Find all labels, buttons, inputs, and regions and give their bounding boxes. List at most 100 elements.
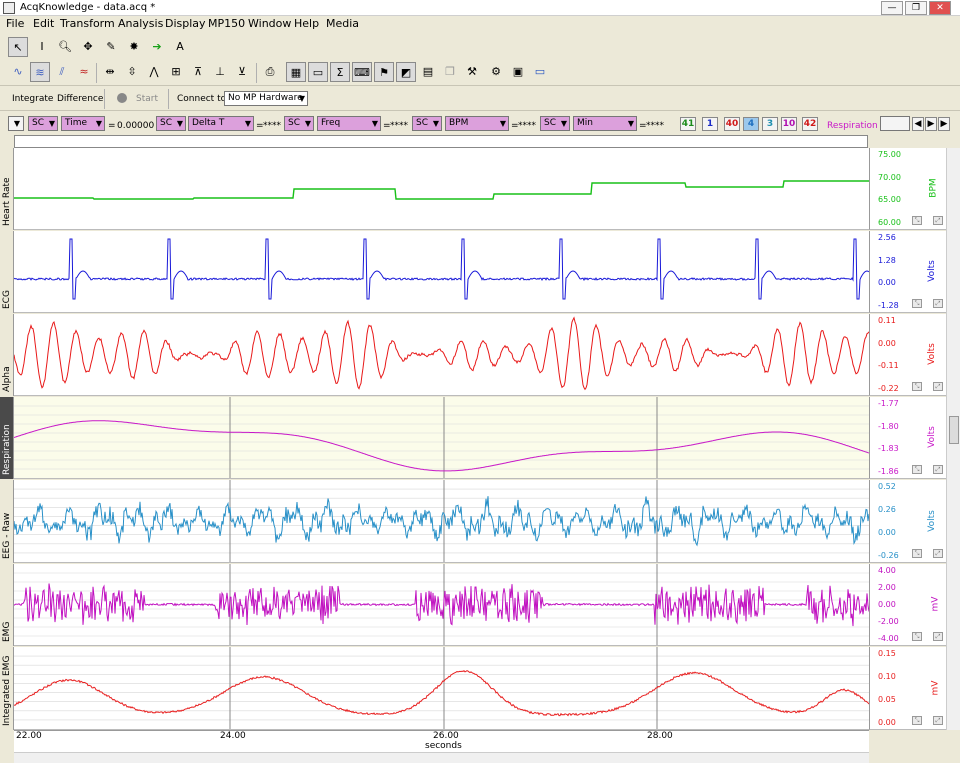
channel-label[interactable]: EMG <box>0 564 14 646</box>
sum-icon[interactable]: Σ <box>330 62 350 82</box>
wrench-icon[interactable]: ⚒ <box>462 62 482 82</box>
scale-options-icon[interactable]: ⤡ <box>912 216 922 225</box>
go-arrow-icon[interactable]: ➔ <box>147 37 167 57</box>
channel-button[interactable]: 40 <box>724 117 740 131</box>
chevron-right-end-icon[interactable]: ▶ <box>938 117 950 131</box>
scroll-thumb[interactable] <box>949 416 959 444</box>
channel-label[interactable]: Heart Rate <box>0 148 14 230</box>
journal-icon[interactable]: ▤ <box>418 62 438 82</box>
edit-icon[interactable]: ◩ <box>396 62 416 82</box>
chevron-left-icon[interactable]: ◀ <box>912 117 924 131</box>
menu-media[interactable]: Media <box>326 17 359 30</box>
channel-button[interactable]: 1 <box>702 117 718 131</box>
ibeam-tool-icon[interactable]: I <box>32 37 52 57</box>
channel-label[interactable]: EEG - Raw <box>0 480 14 563</box>
channel-button[interactable]: 3 <box>762 117 778 131</box>
grid-display-icon[interactable]: ▦ <box>286 62 306 82</box>
measurement-channel-select[interactable]: SC ▼ <box>412 116 442 131</box>
scale-options-icon[interactable]: ⤡ <box>912 382 922 391</box>
measurement-channel-select[interactable]: SC ▼ <box>156 116 186 131</box>
channel-button[interactable]: 4 <box>743 117 759 131</box>
waveform-plot[interactable] <box>14 231 869 313</box>
menu-edit[interactable]: Edit <box>33 17 54 30</box>
autoscale-horizontal-icon[interactable]: ⇹ <box>100 62 120 82</box>
measurement-channel-select[interactable]: SC ▼ <box>284 116 314 131</box>
copy-icon[interactable]: ❐ <box>440 62 460 82</box>
waveform-plot[interactable] <box>14 148 869 230</box>
horizontal-scrollbar[interactable] <box>14 752 869 763</box>
waveform-plot[interactable] <box>14 647 869 730</box>
menu-analysis[interactable]: Analysis <box>118 17 163 30</box>
measurement-function-select[interactable]: BPM ▼ <box>445 116 509 131</box>
measurement-function-select[interactable]: Freq ▼ <box>317 116 381 131</box>
difference-button[interactable]: Difference <box>57 94 103 104</box>
keyboard-icon[interactable]: ⌨ <box>352 62 372 82</box>
scale-options-icon[interactable]: ⤡ <box>912 632 922 641</box>
split-icon[interactable]: ⊻ <box>232 62 252 82</box>
hardware-select[interactable]: No MP Hardware ▼ <box>224 91 308 106</box>
channel-label[interactable]: Alpha <box>0 314 14 396</box>
resize-icon[interactable]: ⤢ <box>933 216 943 225</box>
start-button[interactable]: Start <box>136 94 158 104</box>
measurement-function-select[interactable]: Delta T ▼ <box>188 116 254 131</box>
measurement-channel-select[interactable]: SC ▼ <box>540 116 570 131</box>
measurement-function-select[interactable]: Time ▼ <box>61 116 105 131</box>
grid-icon[interactable]: ⊞ <box>166 62 186 82</box>
channel-label[interactable]: ECG <box>0 231 14 313</box>
channel-scroll-field[interactable] <box>880 116 910 131</box>
stacked-wave-icon[interactable]: ≋ <box>30 62 50 82</box>
menu-transform[interactable]: Transform <box>60 17 115 30</box>
peak-icon[interactable]: ⊼ <box>188 62 208 82</box>
menu-display[interactable]: Display <box>165 17 206 30</box>
channel-label[interactable]: Respiration <box>0 397 14 479</box>
waveform-plot[interactable] <box>14 397 869 479</box>
resize-icon[interactable]: ⤢ <box>933 382 943 391</box>
arrow-tool-icon[interactable]: ↖ <box>8 37 28 57</box>
menu-help[interactable]: Help <box>294 17 319 30</box>
cursor-icon[interactable]: ⊥ <box>210 62 230 82</box>
autoscale-waveforms-icon[interactable]: ⇳ <box>122 62 142 82</box>
channel-button[interactable]: 10 <box>781 117 797 131</box>
resize-icon[interactable]: ⤢ <box>933 716 943 725</box>
scroll-tool-icon[interactable]: ✥ <box>78 37 98 57</box>
pencil-tool-icon[interactable]: ✎ <box>101 37 121 57</box>
monitor-icon[interactable]: ▭ <box>530 62 550 82</box>
scale-options-icon[interactable]: ⤡ <box>912 465 922 474</box>
channel-button[interactable]: 41 <box>680 117 696 131</box>
menu-file[interactable]: File <box>6 17 24 30</box>
restore-button[interactable]: ❐ <box>905 1 927 15</box>
resize-icon[interactable]: ⤢ <box>933 549 943 558</box>
event-marker-bar[interactable] <box>14 135 868 148</box>
zoom-tool-icon[interactable]: 🔍︎ <box>55 37 75 57</box>
annotate-tool-icon[interactable]: A <box>170 37 190 57</box>
flag-icon[interactable]: ⚑ <box>374 62 394 82</box>
minimize-button[interactable]: — <box>881 1 903 15</box>
waveform-plot[interactable] <box>14 480 869 563</box>
overlap-icon[interactable]: ⫽ <box>52 62 72 82</box>
close-button[interactable]: ✕ <box>929 1 951 15</box>
resize-icon[interactable]: ⤢ <box>933 632 943 641</box>
event-tool-icon[interactable]: ✸ <box>124 37 144 57</box>
resize-icon[interactable]: ⤢ <box>933 299 943 308</box>
scale-options-icon[interactable]: ⤡ <box>912 716 922 725</box>
measurement-menu-button[interactable]: ▼ <box>8 116 24 131</box>
integrate-button[interactable]: Integrate <box>12 94 53 104</box>
adjust-baseline-icon[interactable]: ⋀ <box>144 62 164 82</box>
menu-mp150[interactable]: MP150 <box>208 17 245 30</box>
tools-icon[interactable]: ⚙ <box>486 62 506 82</box>
scale-options-icon[interactable]: ⤡ <box>912 299 922 308</box>
measure-icon[interactable]: ▭ <box>308 62 328 82</box>
measurement-channel-select[interactable]: SC ▼ <box>28 116 58 131</box>
camera-icon[interactable]: ▣ <box>508 62 528 82</box>
waveform-plot[interactable] <box>14 564 869 646</box>
channel-button[interactable]: 42 <box>802 117 818 131</box>
wave-icon[interactable]: ∿ <box>8 62 28 82</box>
channel-label[interactable]: Integrated EMG <box>0 647 14 730</box>
waveform-plot[interactable] <box>14 314 869 396</box>
vertical-scrollbar[interactable] <box>946 148 960 730</box>
scale-options-icon[interactable]: ⤡ <box>912 549 922 558</box>
chart-mode-icon[interactable]: ≈ <box>74 62 94 82</box>
measurement-function-select[interactable]: Min ▼ <box>573 116 637 131</box>
menu-window[interactable]: Window <box>248 17 291 30</box>
printer-icon[interactable]: ⎙ <box>260 62 280 82</box>
